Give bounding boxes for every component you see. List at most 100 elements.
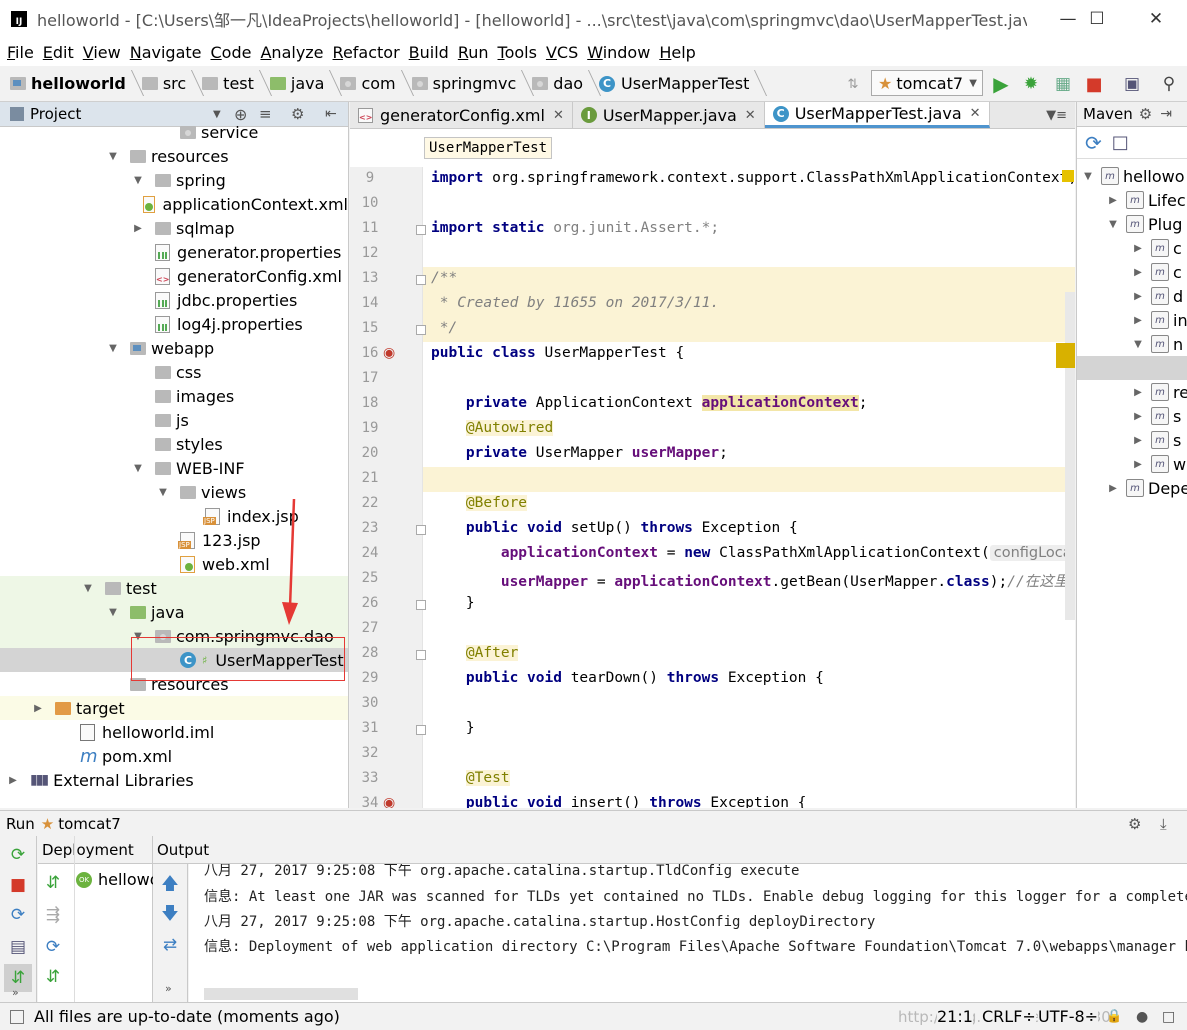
expand-toggle-icon[interactable]: ▼ (106, 343, 120, 354)
breadcrumb-com[interactable]: com (330, 74, 401, 93)
project-tree-item[interactable]: log4j.properties (0, 312, 348, 336)
maven-tree-item[interactable] (1077, 356, 1187, 380)
fold-icon[interactable] (416, 725, 426, 735)
breadcrumb-src[interactable]: src (132, 74, 192, 93)
expand-toggle-icon[interactable]: ▼ (106, 151, 120, 162)
expand-toggle-icon[interactable]: ▶ (1106, 195, 1120, 206)
tab-generatorconfig[interactable]: generatorConfig.xml✕ (350, 102, 573, 128)
caret-position[interactable]: 21:1 (937, 1007, 973, 1026)
project-tree-item[interactable]: generatorConfig.xml (0, 264, 348, 288)
project-tree-item[interactable]: styles (0, 432, 348, 456)
expand-toggle-icon[interactable]: ▼ (1131, 339, 1145, 350)
maven-tree-item[interactable]: ▼ m hellowo (1077, 164, 1187, 188)
expand-toggle-icon[interactable]: ▼ (81, 583, 95, 594)
project-tree-item[interactable]: service (0, 120, 348, 144)
stop-icon[interactable]: ■ (7, 874, 29, 896)
lock-icon[interactable]: 🔒 (1106, 1009, 1122, 1024)
expand-toggle-icon[interactable]: ▶ (1131, 243, 1145, 254)
menu-build[interactable]: Build (409, 43, 449, 62)
project-tree-item[interactable]: jdbc.properties (0, 288, 348, 312)
expand-toggle-icon[interactable]: ▶ (1131, 435, 1145, 446)
breadcrumb-dao[interactable]: dao (522, 74, 589, 93)
expand-toggle-icon[interactable]: ▼ (1106, 219, 1120, 230)
expand-toggle-icon[interactable]: ▶ (131, 223, 145, 234)
menu-run[interactable]: Run (458, 43, 489, 62)
chevron-down-icon[interactable]: ▼ (213, 109, 221, 120)
arrow-down-icon[interactable]: 🡇 (159, 904, 181, 926)
expand-toggle-icon[interactable]: ▶ (1131, 315, 1145, 326)
deploy-icon[interactable]: ⇵ (42, 966, 64, 988)
more-icon[interactable]: » (12, 986, 19, 999)
expand-toggle-icon[interactable]: ▼ (131, 463, 145, 474)
menu-vcs[interactable]: VCS (546, 43, 578, 62)
refresh-icon[interactable]: ⟳ (1085, 131, 1102, 155)
breadcrumb-springmvc[interactable]: springmvc (402, 74, 523, 93)
expand-toggle-icon[interactable]: ▶ (1131, 387, 1145, 398)
project-tree-item[interactable]: helloworld.iml (0, 720, 348, 744)
maven-tree-item[interactable]: ▼ m Plug (1077, 212, 1187, 236)
line-separator[interactable]: CRLF÷ (982, 1007, 1036, 1026)
breadcrumb-test[interactable]: test (192, 74, 260, 93)
run-config-tab[interactable]: tomcat7 (58, 815, 121, 833)
maven-tree-item[interactable]: ▶ m in (1077, 308, 1187, 332)
expand-toggle-icon[interactable]: ▼ (106, 607, 120, 618)
maven-tree-item[interactable]: ▼ m n (1077, 332, 1187, 356)
fold-icon[interactable] (416, 600, 426, 610)
notifications-icon[interactable]: □ (1162, 1009, 1175, 1025)
fold-icon[interactable] (416, 225, 426, 235)
close-tab-icon[interactable]: ✕ (553, 108, 564, 123)
menu-analyze[interactable]: Analyze (260, 43, 323, 62)
deployment-item[interactable]: OK hellowo (76, 870, 160, 889)
maven-tree-item[interactable]: ▶ m s (1077, 428, 1187, 452)
project-tree-item[interactable]: applicationContext.xml (0, 192, 348, 216)
project-tree-item[interactable]: ▼ webapp (0, 336, 348, 360)
editor-scrollbar[interactable] (1065, 292, 1075, 620)
class-tooltip[interactable]: UserMapperTest (424, 137, 553, 159)
run-icon[interactable]: ▶ (990, 72, 1012, 96)
fold-icon[interactable] (416, 525, 426, 535)
menu-navigate[interactable]: Navigate (130, 43, 202, 62)
maven-tree-item[interactable]: ▶ m re (1077, 380, 1187, 404)
menu-window[interactable]: Window (587, 43, 650, 62)
hide-panel-icon[interactable]: ⤓ (1160, 815, 1167, 833)
code-editor[interactable]: 9 10 11 12 13 14 15 16 17 18 19 20 21 22 23 24 25 26 27 28 2… (350, 167, 1075, 808)
project-structure-icon[interactable]: ▣ (1121, 73, 1143, 95)
coverage-icon[interactable]: ▦ (1052, 73, 1074, 95)
menu-help[interactable]: Help (659, 43, 695, 62)
expand-toggle-icon[interactable]: ▼ (156, 487, 170, 498)
stop-icon[interactable]: ■ (1083, 73, 1105, 95)
breadcrumb-java[interactable]: java (260, 74, 331, 93)
breadcrumb-helloworld[interactable]: helloworld (0, 74, 132, 93)
fold-icon[interactable] (416, 275, 426, 285)
maven-tree-item[interactable]: ▶ m c (1077, 260, 1187, 284)
rerun-icon[interactable]: ⟳ (7, 844, 29, 866)
expand-toggle-icon[interactable]: ▼ (131, 175, 145, 186)
file-encoding[interactable]: UTF-8÷ (1038, 1007, 1099, 1026)
close-tab-icon[interactable]: ✕ (970, 106, 981, 121)
project-tree-item[interactable]: generator.properties (0, 240, 348, 264)
maven-tree-item[interactable]: ▶ m w (1077, 452, 1187, 476)
maven-tree-item[interactable]: ▶ m Depe (1077, 476, 1187, 500)
breadcrumb-usermappertest[interactable]: C UserMapperTest (589, 74, 755, 93)
toggle-panels-icon[interactable] (10, 1009, 24, 1024)
project-tree-item[interactable]: css (0, 360, 348, 384)
expand-toggle-icon[interactable]: ▶ (1131, 291, 1145, 302)
project-tree-item[interactable]: ▼ spring (0, 168, 348, 192)
maven-tree-item[interactable]: ▶ m d (1077, 284, 1187, 308)
expand-toggle-icon[interactable]: ▶ (6, 775, 20, 786)
maximize-button[interactable]: ☐ (1082, 6, 1112, 32)
close-tab-icon[interactable]: ✕ (745, 108, 756, 123)
deploy-all-icon[interactable]: ⇵ (42, 872, 64, 894)
close-button[interactable]: ✕ (1141, 6, 1171, 32)
layout-icon[interactable]: ▤ (7, 936, 29, 958)
hide-panel-icon[interactable]: ⇥ (1160, 106, 1172, 122)
expand-toggle-icon[interactable]: ▶ (1131, 411, 1145, 422)
maven-tree-item[interactable]: ▶ m Lifec (1077, 188, 1187, 212)
project-tree-item[interactable]: js (0, 408, 348, 432)
add-maven-project-icon[interactable]: □ (1112, 132, 1129, 153)
menu-edit[interactable]: Edit (43, 43, 74, 62)
maven-tree-item[interactable]: ▶ m c (1077, 236, 1187, 260)
project-tree-item[interactable]: ▶ ▮▮▮ External Libraries (0, 768, 348, 792)
sort-icon[interactable]: ⇅ (842, 73, 864, 95)
refresh-icon[interactable]: ⟳ (42, 936, 64, 958)
